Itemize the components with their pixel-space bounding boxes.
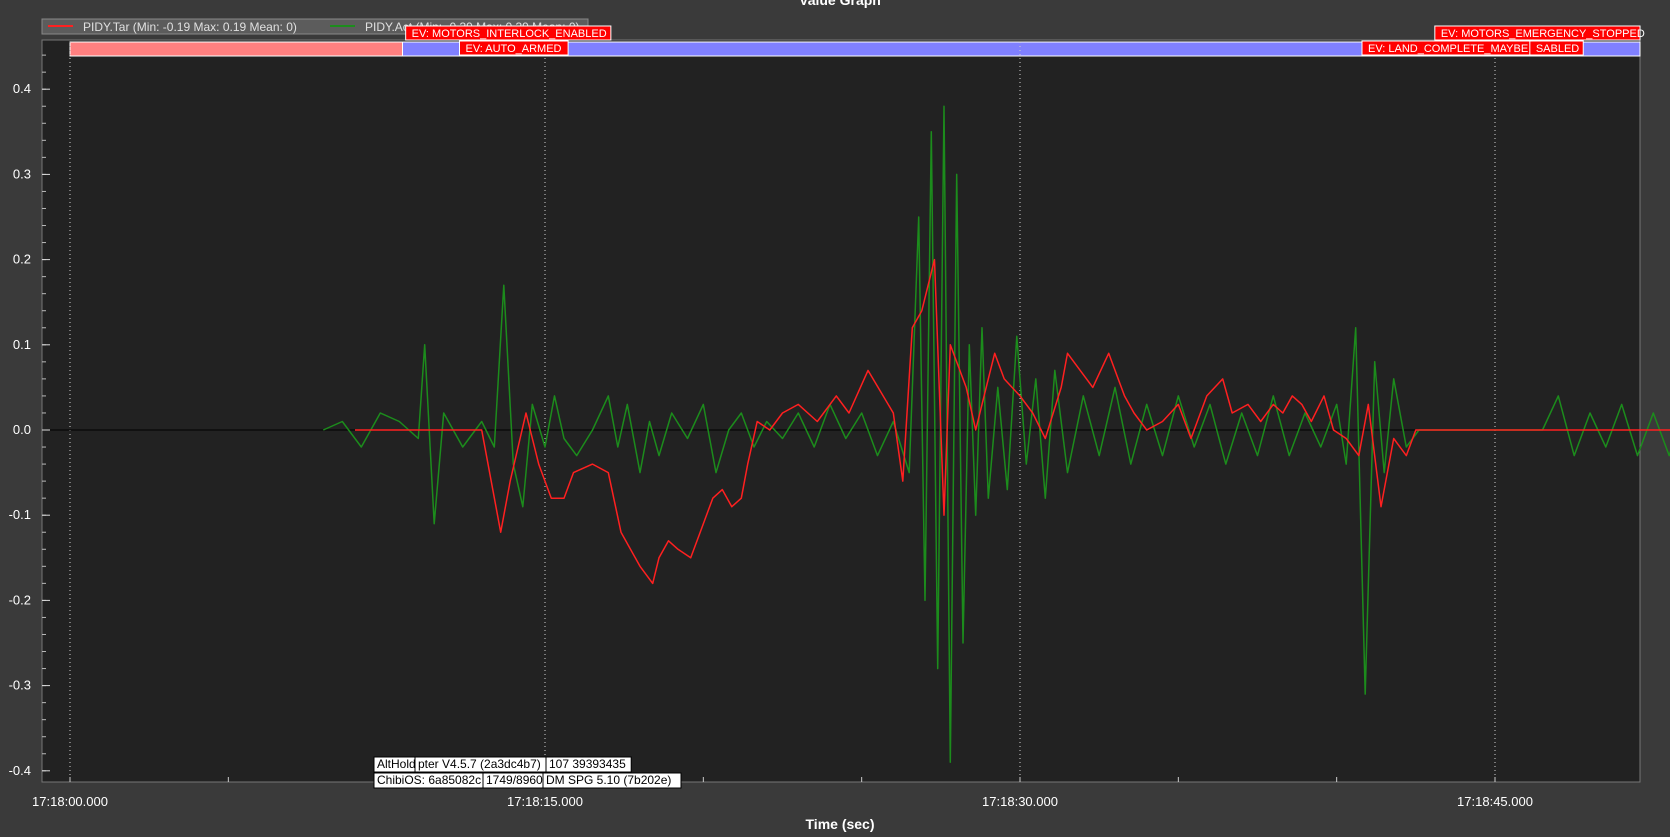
event-label: SABLED	[1536, 43, 1579, 55]
event-label: EV: MOTORS_EMERGENCY_STOPPED	[1441, 28, 1645, 40]
value-graph: Value Graph 0.4 0.3 0.2 0.1 0.0 -0.1 -0.2 -0.3 -…	[0, 0, 1670, 837]
info-label: DM SPG 5.10 (7b202e)	[546, 773, 671, 787]
y-tick-label: 0.0	[13, 422, 31, 437]
mode-band	[69, 41, 403, 57]
y-tick-label: 0.3	[13, 166, 31, 181]
legend-entry[interactable]: PIDY.Tar (Min: -0.19 Max: 0.19 Mean: 0)	[83, 20, 297, 34]
y-tick-label: -0.1	[9, 507, 31, 522]
info-label: ChibiOS: 6a85082c	[377, 773, 481, 787]
chart-title: Value Graph	[799, 0, 881, 8]
info-label: AltHold	[377, 757, 416, 771]
x-axis-label: Time (sec)	[806, 816, 875, 832]
info-label: pter V4.5.7 (2a3dc4b7)	[418, 757, 541, 771]
info-label: 107 39393435	[549, 757, 626, 771]
y-tick-label: 0.4	[13, 81, 31, 96]
x-tick-label: 17:18:15.000	[507, 794, 583, 809]
y-tick-label: -0.2	[9, 592, 31, 607]
info-label: 1749/8960	[486, 773, 543, 787]
y-tick-label: -0.4	[9, 763, 31, 778]
x-tick-label: 17:18:30.000	[982, 794, 1058, 809]
y-tick-label: 0.1	[13, 337, 31, 352]
event-label: EV: MOTORS_INTERLOCK_ENABLED	[412, 28, 607, 40]
x-tick-label: 17:18:45.000	[1457, 794, 1533, 809]
x-tick-label: 17:18:00.000	[32, 794, 108, 809]
event-label: EV: AUTO_ARMED	[466, 43, 562, 55]
y-tick-label: -0.3	[9, 678, 31, 693]
y-tick-label: 0.2	[13, 252, 31, 267]
event-label: EV: LAND_COMPLETE_MAYBE	[1368, 43, 1528, 55]
